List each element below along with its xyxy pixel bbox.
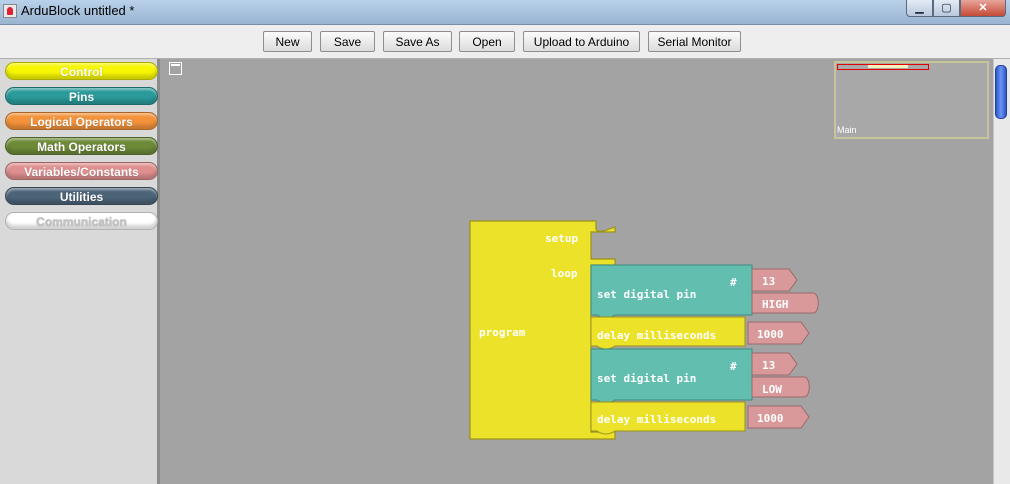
new-button[interactable]: New bbox=[263, 31, 312, 52]
minimize-button[interactable]: ▁ bbox=[906, 0, 933, 17]
minimap-label: Main bbox=[837, 125, 857, 135]
category-math-operators[interactable]: Math Operators bbox=[5, 137, 158, 155]
scrollbar-thumb[interactable] bbox=[995, 65, 1007, 119]
loop-label: loop bbox=[551, 267, 578, 280]
setup-label: setup bbox=[545, 232, 578, 245]
maximize-button[interactable]: ▢ bbox=[933, 0, 960, 17]
set-digital-pin-block-1[interactable]: set digital pin # 13 HIGH bbox=[590, 264, 819, 319]
toolbar: New Save Save As Open Upload to Arduino … bbox=[0, 25, 1010, 59]
category-control[interactable]: Control bbox=[5, 62, 158, 80]
block-category-sidebar: Control Pins Logical Operators Math Oper… bbox=[0, 59, 160, 484]
pin-state-value: LOW bbox=[762, 383, 782, 396]
set-digital-pin-label: set digital pin bbox=[597, 372, 696, 385]
close-button[interactable]: ✕ bbox=[960, 0, 1006, 17]
set-digital-pin-label: set digital pin bbox=[597, 288, 696, 301]
category-communication[interactable]: Communication bbox=[5, 212, 158, 230]
delay-value: 1000 bbox=[757, 412, 784, 425]
workspace-canvas[interactable]: program setup loop set digital pin # 13 … bbox=[163, 59, 992, 484]
java-app-icon bbox=[3, 4, 17, 18]
serial-monitor-button[interactable]: Serial Monitor bbox=[648, 31, 741, 52]
workspace-minimap[interactable]: Main bbox=[834, 61, 989, 139]
program-label: program bbox=[479, 326, 526, 339]
category-utilities[interactable]: Utilities bbox=[5, 187, 158, 205]
open-button[interactable]: Open bbox=[459, 31, 515, 52]
minimap-viewport-indicator[interactable] bbox=[837, 64, 929, 70]
category-logical-operators[interactable]: Logical Operators bbox=[5, 112, 158, 130]
upload-to-arduino-button[interactable]: Upload to Arduino bbox=[523, 31, 640, 52]
category-pins[interactable]: Pins bbox=[5, 87, 158, 105]
delay-milliseconds-label: delay milliseconds bbox=[597, 413, 716, 426]
window-controls: ▁ ▢ ✕ bbox=[906, 0, 1006, 18]
pin-number-value: 13 bbox=[762, 275, 775, 288]
vertical-scrollbar[interactable] bbox=[993, 59, 1010, 484]
pin-state-value: HIGH bbox=[762, 298, 789, 311]
save-button[interactable]: Save bbox=[320, 31, 375, 52]
title-bar: ArduBlock untitled * ▁ ▢ ✕ bbox=[0, 0, 1010, 25]
window-title: ArduBlock untitled * bbox=[21, 3, 135, 18]
delay-milliseconds-label: delay milliseconds bbox=[597, 329, 716, 342]
set-digital-pin-block-2[interactable]: set digital pin # 13 LOW bbox=[590, 348, 810, 404]
delay-block-2[interactable]: delay milliseconds 1000 bbox=[590, 401, 810, 435]
delay-value: 1000 bbox=[757, 328, 784, 341]
pin-hash-label: # bbox=[730, 360, 737, 373]
delay-block-1[interactable]: delay milliseconds 1000 bbox=[590, 316, 810, 350]
pin-number-value: 13 bbox=[762, 359, 775, 372]
pin-hash-label: # bbox=[730, 276, 737, 289]
category-variables-constants[interactable]: Variables/Constants bbox=[5, 162, 158, 180]
save-as-button[interactable]: Save As bbox=[383, 31, 452, 52]
